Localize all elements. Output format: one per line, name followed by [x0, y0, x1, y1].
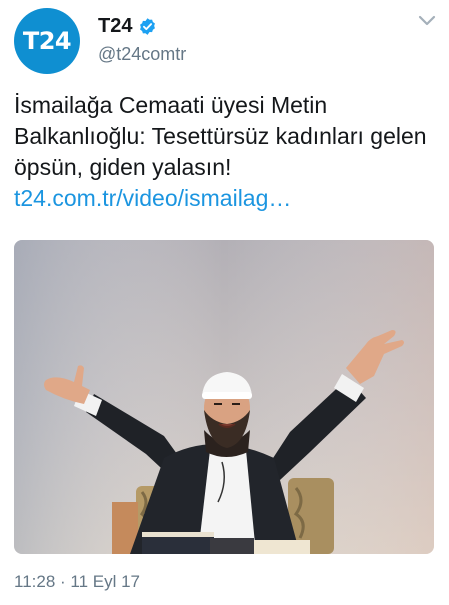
tweet-body: İsmailağa Cemaati üyesi Metin Balkanlıoğ… — [14, 92, 427, 180]
account-names[interactable]: T24 @t24comtr — [98, 14, 186, 65]
display-name[interactable]: T24 — [98, 15, 132, 38]
tweet-text: İsmailağa Cemaati üyesi Metin Balkanlıoğ… — [14, 90, 438, 214]
verified-badge-icon — [140, 17, 156, 35]
avatar[interactable]: T24 — [14, 8, 80, 74]
chevron-down-icon[interactable] — [418, 14, 436, 28]
photo-man-raising-arms — [14, 240, 434, 554]
avatar-logo-text: T24 — [22, 27, 72, 55]
tweet-media-photo[interactable] — [14, 240, 434, 554]
account-handle[interactable]: @t24comtr — [98, 44, 186, 65]
tweet-card: T24 T24 @t24comtr İsmailağa Cemaati üyes… — [0, 0, 449, 605]
tweet-link[interactable]: t24.com.tr/video/ismailag… — [14, 183, 438, 214]
display-name-row: T24 — [98, 14, 186, 38]
tweet-header: T24 T24 @t24comtr — [14, 8, 438, 74]
tweet-timestamp[interactable]: 11:28 · 11 Eyl 17 — [14, 572, 140, 592]
